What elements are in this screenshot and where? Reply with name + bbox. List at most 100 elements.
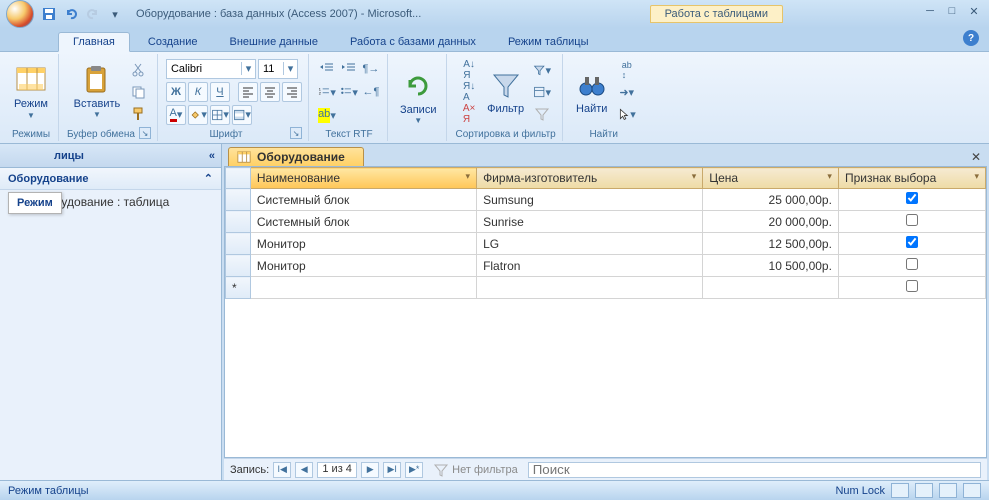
alternate-fill-button[interactable]: ▾ bbox=[232, 105, 252, 125]
increase-indent-button[interactable] bbox=[339, 59, 359, 79]
align-center-button[interactable] bbox=[260, 82, 280, 102]
flag-checkbox[interactable] bbox=[906, 280, 918, 292]
find-button[interactable]: Найти bbox=[571, 67, 613, 117]
datasheet-grid[interactable]: Наименование▾ Фирма-изготовитель▾ Цена▾ … bbox=[224, 166, 987, 458]
restore-button[interactable]: □ bbox=[943, 4, 961, 18]
column-header-manufacturer[interactable]: Фирма-изготовитель▾ bbox=[477, 168, 703, 189]
numbering-button[interactable]: 12▾ bbox=[317, 82, 337, 102]
bullets-button[interactable]: ▾ bbox=[339, 82, 359, 102]
column-header-name[interactable]: Наименование▾ bbox=[250, 168, 476, 189]
column-header-flag[interactable]: Признак выбора▾ bbox=[838, 168, 985, 189]
decrease-indent-button[interactable] bbox=[317, 59, 337, 79]
qat-customize-icon[interactable]: ▾ bbox=[106, 5, 124, 23]
align-right-button[interactable] bbox=[282, 82, 302, 102]
datasheet-view-shortcut[interactable] bbox=[891, 483, 909, 498]
clipboard-dialog-launcher[interactable]: ↘ bbox=[139, 127, 151, 139]
replace-button[interactable]: ab↕ bbox=[617, 60, 637, 80]
close-document-button[interactable]: ✕ bbox=[967, 148, 985, 166]
format-painter-button[interactable] bbox=[128, 104, 148, 124]
pivot-view-shortcut[interactable] bbox=[939, 483, 957, 498]
collapse-pane-icon[interactable]: « bbox=[209, 150, 215, 162]
select-button[interactable]: ▾ bbox=[617, 104, 637, 124]
record-search-input[interactable] bbox=[528, 462, 981, 478]
cell-price[interactable]: 10 500,00р. bbox=[703, 255, 839, 277]
selection-filter-button[interactable]: ▾ bbox=[532, 60, 552, 80]
cut-button[interactable] bbox=[128, 60, 148, 80]
cell-price[interactable]: 12 500,00р. bbox=[703, 233, 839, 255]
sort-desc-button[interactable]: Я↓А bbox=[459, 82, 479, 102]
record-position[interactable]: 1 из 4 bbox=[317, 462, 357, 478]
flag-checkbox[interactable] bbox=[906, 258, 918, 270]
flag-checkbox[interactable] bbox=[906, 236, 918, 248]
tab-create[interactable]: Создание bbox=[134, 33, 212, 51]
cell-price[interactable]: 20 000,00р. bbox=[703, 211, 839, 233]
font-name-input[interactable] bbox=[167, 63, 241, 75]
first-record-button[interactable]: I◀ bbox=[273, 462, 291, 478]
row-selector[interactable] bbox=[226, 189, 251, 211]
toggle-filter-button[interactable] bbox=[532, 104, 552, 124]
underline-button[interactable]: Ч bbox=[210, 82, 230, 102]
cell-flag[interactable] bbox=[838, 211, 985, 233]
tab-external-data[interactable]: Внешние данные bbox=[216, 33, 332, 51]
next-record-button[interactable]: ▶ bbox=[361, 462, 379, 478]
paste-button[interactable]: Вставить ▼ bbox=[70, 62, 125, 121]
table-row[interactable]: Системный блок Sumsung 25 000,00р. bbox=[226, 189, 986, 211]
new-record-selector[interactable]: * bbox=[226, 277, 251, 299]
tab-home[interactable]: Главная bbox=[58, 32, 130, 52]
close-button[interactable]: ✕ bbox=[965, 4, 983, 18]
document-tab[interactable]: Оборудование bbox=[228, 147, 364, 166]
cell-manufacturer[interactable]: LG bbox=[477, 233, 703, 255]
filter-button[interactable]: Фильтр bbox=[483, 67, 528, 117]
undo-icon[interactable] bbox=[62, 5, 80, 23]
redo-icon[interactable] bbox=[84, 5, 102, 23]
tab-database-tools[interactable]: Работа с базами данных bbox=[336, 33, 490, 51]
goto-button[interactable]: ➜▾ bbox=[617, 82, 637, 102]
bold-button[interactable]: Ж bbox=[166, 82, 186, 102]
table-row[interactable]: Монитор LG 12 500,00р. bbox=[226, 233, 986, 255]
new-record-row[interactable]: * bbox=[226, 277, 986, 299]
design-view-shortcut[interactable] bbox=[915, 483, 933, 498]
ltr-button[interactable]: ¶→ bbox=[361, 59, 381, 79]
cell-flag[interactable] bbox=[838, 233, 985, 255]
font-size-dropdown[interactable]: ▾ bbox=[258, 59, 298, 79]
cell-flag[interactable] bbox=[838, 189, 985, 211]
table-row[interactable]: Системный блок Sunrise 20 000,00р. bbox=[226, 211, 986, 233]
cell-flag[interactable] bbox=[838, 255, 985, 277]
row-selector[interactable] bbox=[226, 255, 251, 277]
column-header-price[interactable]: Цена▾ bbox=[703, 168, 839, 189]
cell-price[interactable]: 25 000,00р. bbox=[703, 189, 839, 211]
table-row[interactable]: Монитор Flatron 10 500,00р. bbox=[226, 255, 986, 277]
cell-name[interactable]: Системный блок bbox=[250, 189, 476, 211]
cell-name[interactable]: Монитор bbox=[250, 255, 476, 277]
copy-button[interactable] bbox=[128, 82, 148, 102]
cell-name[interactable]: Системный блок bbox=[250, 211, 476, 233]
nav-pane-header[interactable]: Режим лицы « bbox=[0, 144, 221, 168]
cell-manufacturer[interactable]: Sunrise bbox=[477, 211, 703, 233]
cell-manufacturer[interactable]: Flatron bbox=[477, 255, 703, 277]
nav-category[interactable]: Оборудование ⌃ bbox=[0, 168, 221, 190]
gridlines-button[interactable]: ▾ bbox=[210, 105, 230, 125]
cell-manufacturer[interactable]: Sumsung bbox=[477, 189, 703, 211]
font-size-input[interactable] bbox=[259, 63, 283, 75]
highlight-button[interactable]: ab▾ bbox=[317, 105, 337, 125]
new-record-button[interactable]: ▶* bbox=[405, 462, 423, 478]
last-record-button[interactable]: ▶I bbox=[383, 462, 401, 478]
office-button[interactable] bbox=[6, 0, 34, 28]
flag-checkbox[interactable] bbox=[906, 192, 918, 204]
row-selector[interactable] bbox=[226, 233, 251, 255]
font-color-button[interactable]: A▾ bbox=[166, 105, 186, 125]
help-button[interactable]: ? bbox=[963, 30, 979, 46]
prev-record-button[interactable]: ◀ bbox=[295, 462, 313, 478]
cell-name[interactable]: Монитор bbox=[250, 233, 476, 255]
view-button[interactable]: Режим ▼ bbox=[10, 62, 52, 121]
tab-datasheet[interactable]: Режим таблицы bbox=[494, 33, 603, 51]
rtl-button[interactable]: ←¶ bbox=[361, 82, 381, 102]
font-name-dropdown[interactable]: ▾ bbox=[166, 59, 256, 79]
italic-button[interactable]: К bbox=[188, 82, 208, 102]
sort-asc-button[interactable]: А↓Я bbox=[459, 60, 479, 80]
select-all-cell[interactable] bbox=[226, 168, 251, 189]
row-selector[interactable] bbox=[226, 211, 251, 233]
pivotchart-view-shortcut[interactable] bbox=[963, 483, 981, 498]
save-icon[interactable] bbox=[40, 5, 58, 23]
filter-indicator[interactable]: Нет фильтра bbox=[433, 462, 518, 478]
